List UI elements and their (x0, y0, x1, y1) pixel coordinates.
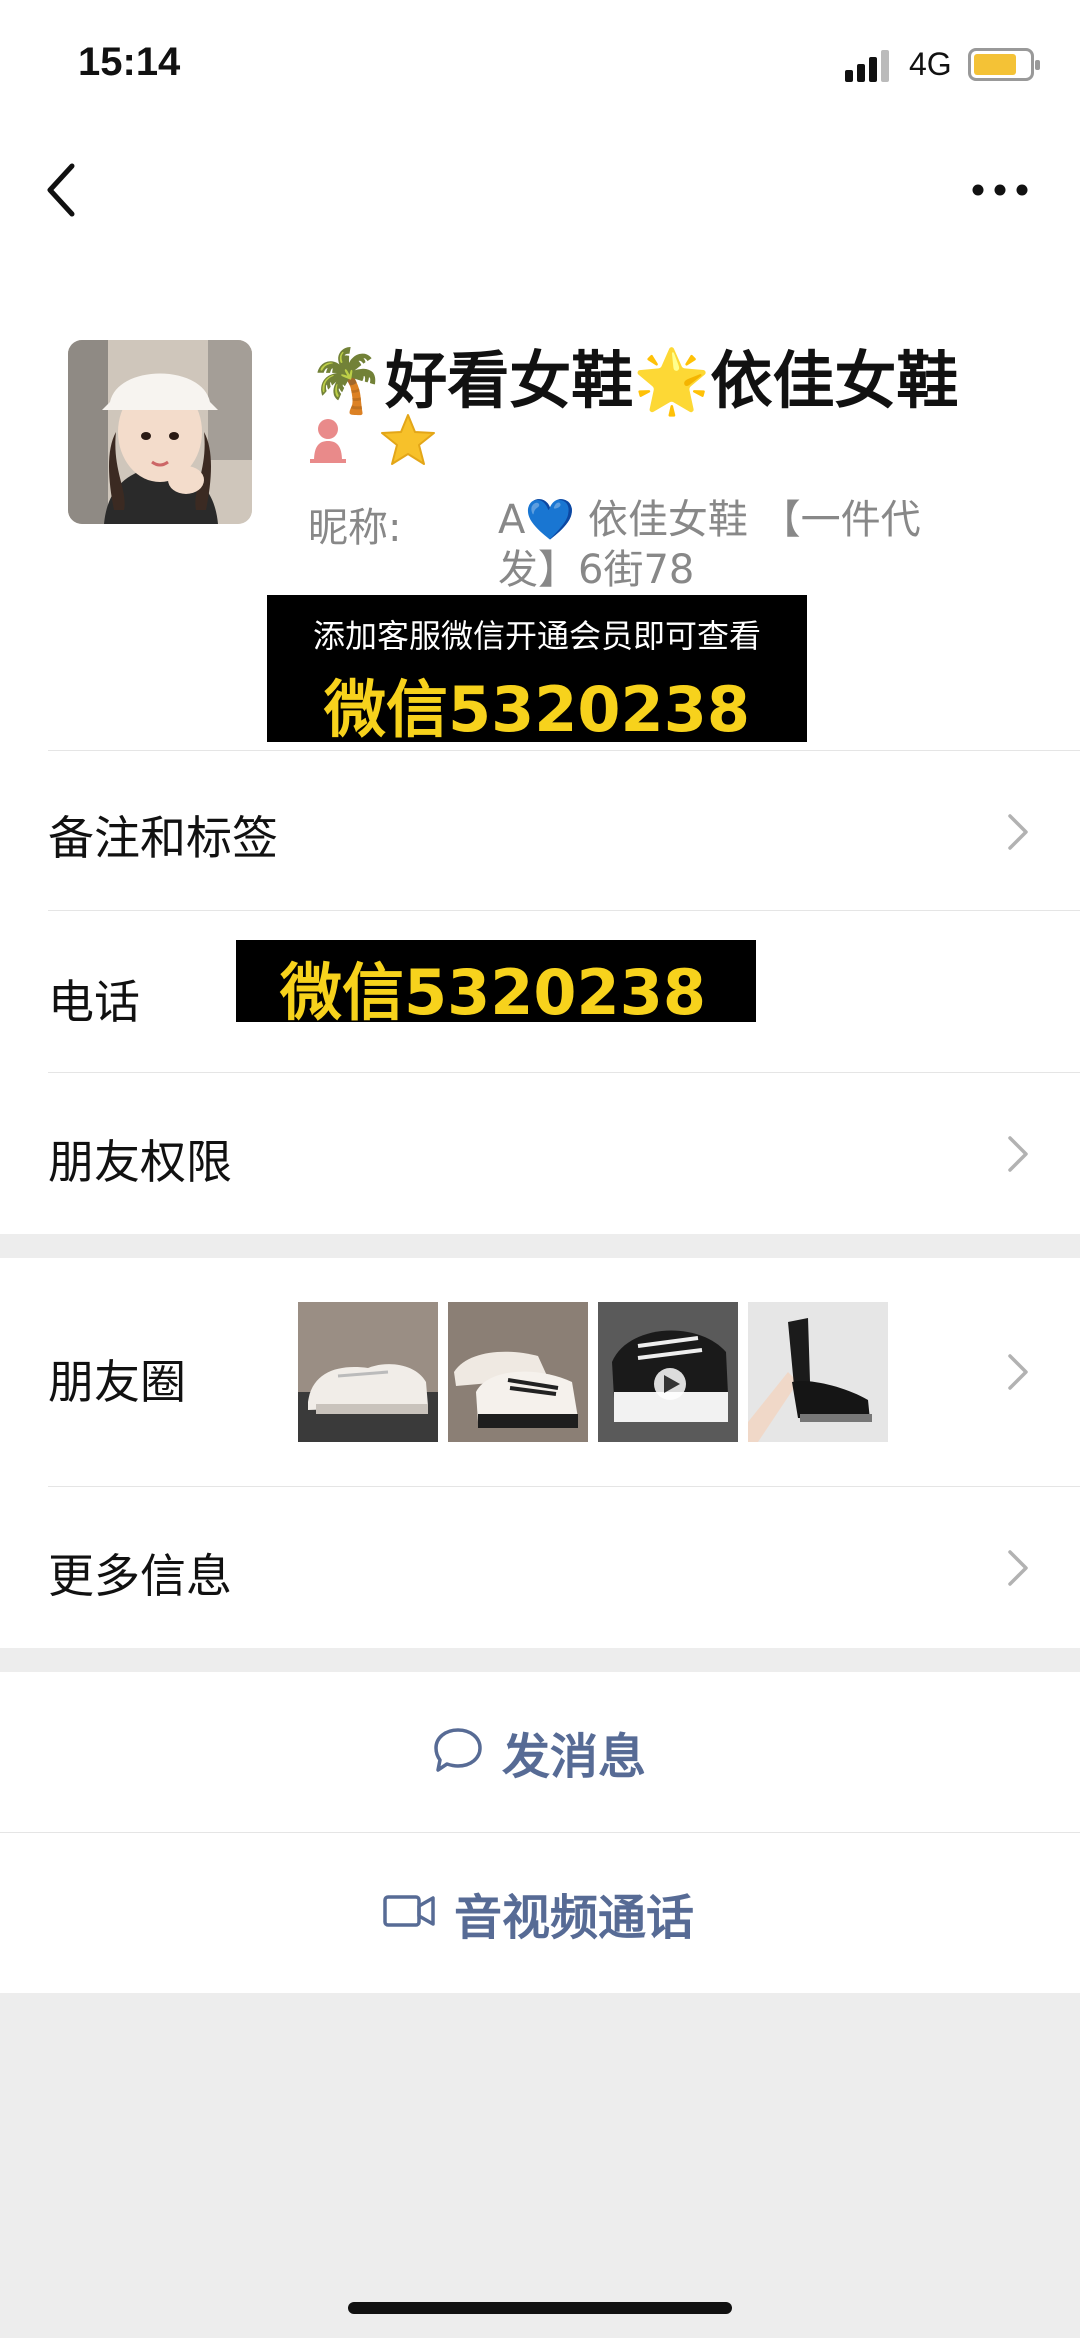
send-message-label: 发消息 (502, 1729, 647, 1785)
row-more-info[interactable]: 更多信息 (0, 1486, 1080, 1648)
home-indicator[interactable] (348, 2302, 732, 2314)
moment-thumbnail[interactable] (598, 1302, 738, 1442)
promo-text: 添加客服微信开通会员即可查看 (312, 617, 761, 655)
phone-value: 微信5320238 (280, 956, 706, 1029)
back-icon[interactable] (44, 160, 100, 220)
chevron-right-icon (1006, 1548, 1030, 1588)
chevron-right-icon (1006, 1352, 1030, 1392)
battery-icon (968, 48, 1040, 81)
moment-thumbnail[interactable] (748, 1302, 888, 1442)
chevron-right-icon (1006, 1134, 1030, 1174)
nickname-label: 昵称: (308, 505, 402, 551)
gender-female-icon (308, 415, 348, 469)
send-message-button[interactable]: 发消息 (0, 1672, 1080, 1832)
star-icon (380, 413, 436, 471)
moment-thumbnail[interactable] (298, 1302, 438, 1442)
phone-value-banner[interactable]: 微信5320238 (236, 940, 756, 1029)
moments-label: 朋友圈 (48, 1355, 186, 1409)
status-time: 15:14 (78, 40, 181, 84)
nickname-value: A💙 依佳女鞋 【一件代发】6街78 (498, 497, 921, 593)
chevron-right-icon (1006, 812, 1030, 852)
nav-bar (0, 130, 1080, 250)
more-icon[interactable] (970, 175, 1030, 205)
promo-wechat-id: 微信5320238 (324, 673, 750, 746)
contact-name: 🌴好看女鞋🌟依佳女鞋 (308, 344, 959, 417)
remark-label: 备注和标签 (48, 811, 278, 865)
profile-card: 🌴好看女鞋🌟依佳女鞋 昵称: A💙 依佳女鞋 【一件代发】6街78 添加客服微信… (0, 250, 1080, 750)
network-type: 4G (909, 46, 952, 82)
avatar[interactable] (68, 340, 252, 524)
row-remark-tags[interactable]: 备注和标签 (0, 750, 1080, 910)
row-friend-permissions[interactable]: 朋友权限 (0, 1072, 1080, 1234)
friend-permissions-label: 朋友权限 (48, 1135, 232, 1189)
video-call-button[interactable]: 音视频通话 (0, 1833, 1080, 1993)
phone-label: 电话 (48, 975, 140, 1029)
status-bar: 15:14 4G (0, 0, 1080, 130)
more-info-label: 更多信息 (48, 1549, 232, 1603)
moment-thumbnail[interactable] (448, 1302, 588, 1442)
chat-bubble-icon (432, 1725, 484, 1779)
promo-banner: 添加客服微信开通会员即可查看 微信5320238 (267, 595, 807, 746)
video-call-icon (382, 1891, 436, 1935)
signal-icon (845, 48, 895, 82)
video-call-label: 音视频通话 (454, 1890, 695, 1946)
